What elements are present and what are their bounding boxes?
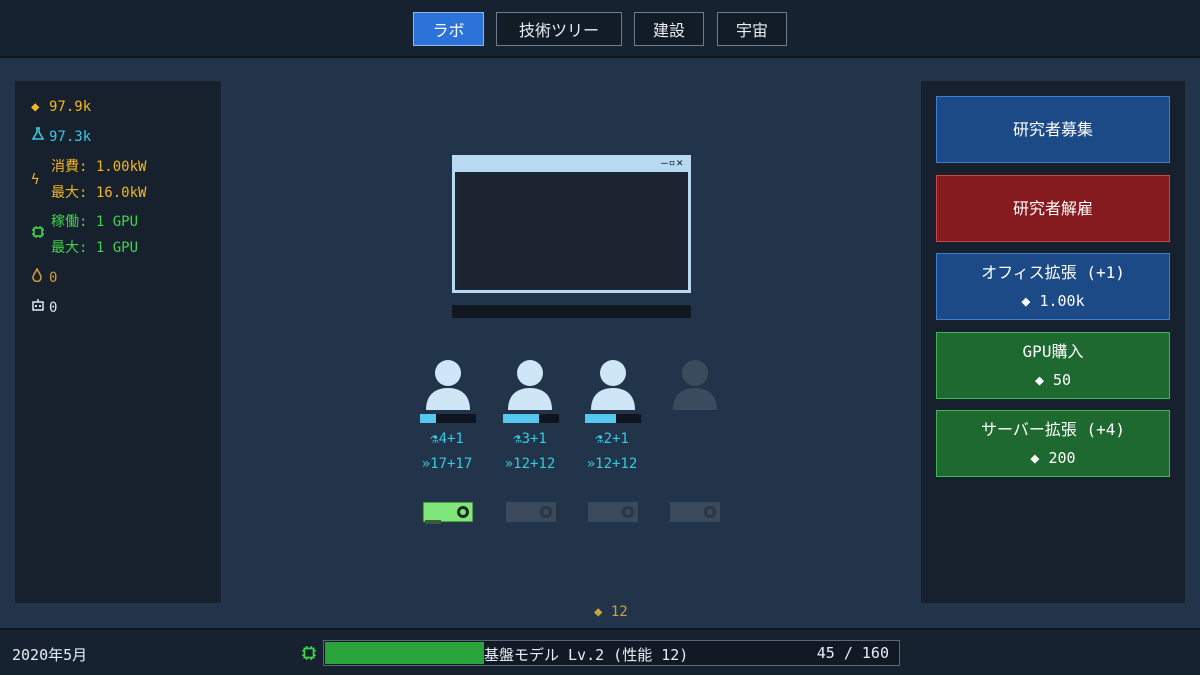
flask-icon: [31, 124, 49, 150]
water-stat: 0: [31, 265, 57, 291]
researcher-progress: [503, 414, 559, 423]
computer-monitor: —▫✕: [452, 155, 691, 293]
resource-panel: ◆ 97.9k 97.3k ϟ 消費: 1.00kW 最大: 16.0kW 稼働:…: [15, 81, 221, 603]
researcher-speed: »12+12: [504, 456, 556, 472]
action-panel: 研究者募集 研究者解雇 オフィス拡張 (+1) ◆ 1.00k GPU購入 ◆ …: [921, 81, 1185, 603]
money-stat: ◆ 97.9k: [31, 94, 91, 120]
researcher-science: ⚗2+1: [595, 431, 629, 447]
game-date: 2020年5月: [12, 646, 88, 664]
hire-researcher-button[interactable]: 研究者募集: [936, 96, 1170, 163]
researcher-icon[interactable]: [500, 356, 560, 412]
chip-icon: [31, 222, 49, 248]
gpu-slot-icon: [506, 502, 556, 522]
server-expand-button[interactable]: サーバー拡張 (+4) ◆ 200: [936, 410, 1170, 477]
office-expand-button[interactable]: オフィス拡張 (+1) ◆ 1.00k: [936, 253, 1170, 320]
monitor-screen: [458, 175, 685, 287]
researcher-speed: »12+12: [586, 456, 638, 472]
tab-tech-tree[interactable]: 技術ツリー: [496, 12, 622, 46]
gpu-stat: 稼働: 1 GPU 最大: 1 GPU: [31, 209, 138, 261]
chip-icon: [302, 646, 316, 660]
drop-icon: [31, 265, 49, 291]
empty-researcher-slot-icon: [673, 360, 717, 410]
model-label: 基盤モデル Lv.2 (性能 12): [484, 646, 689, 664]
status-bar: 2020年5月 基盤モデル Lv.2 (性能 12) 45 / 160: [0, 628, 1200, 675]
lightning-icon: ϟ: [31, 172, 40, 188]
researcher-speed: »17+17: [421, 456, 473, 472]
window-controls-icon: —▫✕: [661, 156, 684, 169]
fire-researcher-button[interactable]: 研究者解雇: [936, 175, 1170, 242]
floor-coins[interactable]: ◆ 12: [594, 604, 628, 620]
model-progress-bar: 基盤モデル Lv.2 (性能 12) 45 / 160: [323, 640, 900, 666]
tab-build[interactable]: 建設: [634, 12, 704, 46]
buy-gpu-button[interactable]: GPU購入 ◆ 50: [936, 332, 1170, 399]
gpu-slot-icon: [670, 502, 720, 522]
researcher-icon[interactable]: [583, 356, 643, 412]
top-nav: ラボ 技術ツリー 建設 宇宙: [0, 0, 1200, 58]
gpu-slot-icon: [588, 502, 638, 522]
diamond-icon: ◆: [31, 99, 40, 115]
science-stat: 97.3k: [31, 124, 91, 150]
researcher-icon[interactable]: [418, 356, 478, 412]
model-count: 45 / 160: [816, 644, 889, 662]
power-stat: ϟ 消費: 1.00kW 最大: 16.0kW: [31, 159, 147, 201]
researcher-science: ⚗3+1: [513, 431, 547, 447]
gpu-active-icon[interactable]: [421, 500, 475, 524]
tab-lab[interactable]: ラボ: [413, 12, 484, 46]
researcher-progress: [585, 414, 641, 423]
robot-stat: 0: [31, 295, 57, 321]
desk: [452, 305, 691, 318]
researcher-progress: [420, 414, 476, 423]
robot-icon: [31, 295, 49, 321]
researcher-science: ⚗4+1: [430, 431, 464, 447]
tab-space[interactable]: 宇宙: [717, 12, 787, 46]
